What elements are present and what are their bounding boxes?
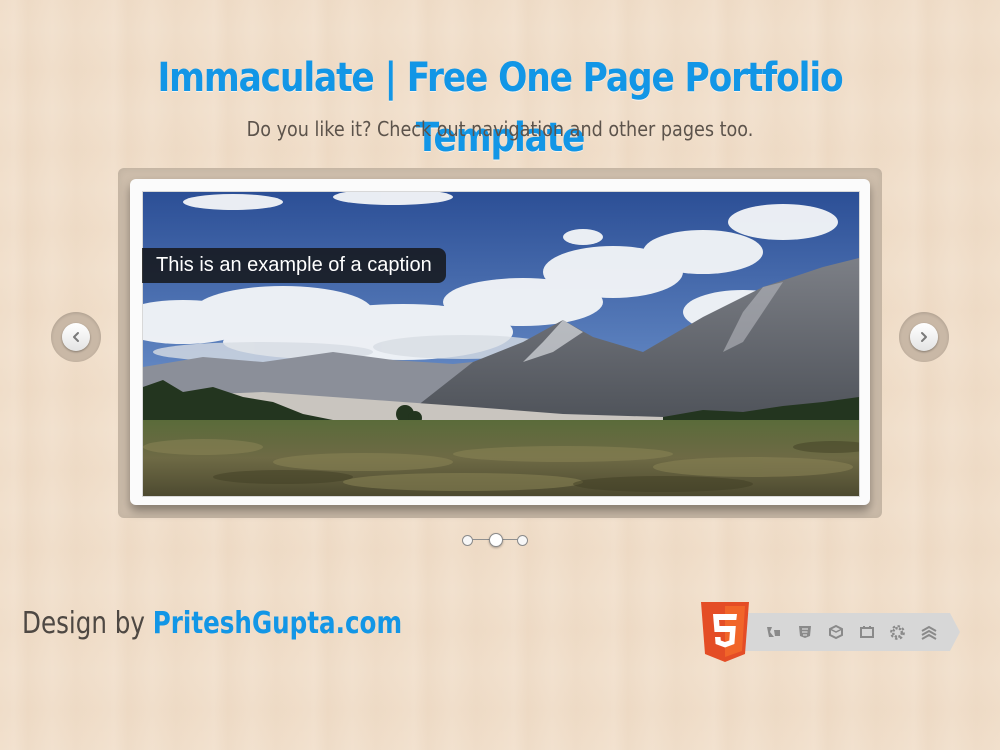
html5-logo-icon [701, 602, 749, 662]
slide-caption: This is an example of a caption [142, 248, 446, 283]
page-title: Immaculate | Free One Page Portfolio Tem… [157, 55, 843, 161]
slider-dot-2[interactable] [489, 533, 503, 547]
chevron-left-icon [62, 323, 90, 351]
slider-dot-3[interactable] [517, 535, 528, 546]
performance-gear-icon [886, 620, 909, 644]
slider-pagination [462, 533, 528, 547]
slider-next-button[interactable] [899, 312, 949, 362]
slider-dot-1[interactable] [462, 535, 473, 546]
design-credit: Design by PriteshGupta.com [22, 602, 402, 646]
slide-image-mountains [142, 191, 860, 497]
credit-prefix: Design by [22, 606, 153, 641]
connectivity-icon [917, 620, 940, 644]
css3-icon [793, 620, 816, 644]
html5-feature-icons [762, 620, 940, 644]
chevron-right-icon [910, 323, 938, 351]
3d-effects-icon [824, 620, 847, 644]
slide-card [130, 179, 870, 505]
multimedia-icon [855, 620, 878, 644]
semantics-icon [762, 620, 785, 644]
slider-prev-button[interactable] [51, 312, 101, 362]
page-subtitle: Do you like it? Check out navigation and… [246, 117, 754, 141]
credit-link[interactable]: PriteshGupta.com [153, 606, 402, 641]
